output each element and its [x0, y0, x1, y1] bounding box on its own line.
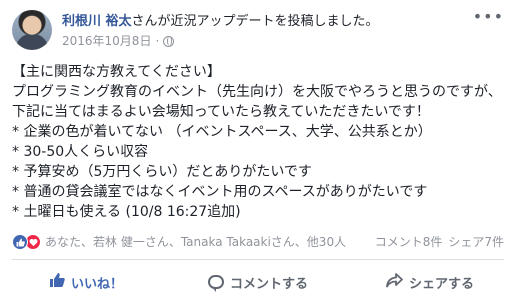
post-text-line: 下記に当てはまるよい会場知っていたら教えていただきたいです！: [12, 104, 430, 120]
post-text-line: * 30-50人くらい収容: [12, 144, 149, 160]
reactions-summary[interactable]: あなた、若林 健一さん、Tanaka Takaakiさん、他30人: [12, 234, 346, 250]
comment-count-link[interactable]: コメント8件: [375, 235, 443, 249]
feed-post: 利根川 裕太さんが近況アップデートを投稿しました。 2016年10月8日 · •…: [0, 0, 516, 308]
post-text-line: 【主に関西な方教えてください】: [12, 64, 221, 80]
post-text-line: * 普通の貸会議室ではなくイベント用のスペースがありがたいです: [12, 184, 428, 200]
like-reaction-icon: [12, 234, 28, 250]
share-button[interactable]: シェアする: [344, 262, 516, 302]
post-text-line: * 企業の色が着いてない （イベントスペース、大学、公共系とか）: [12, 124, 432, 140]
divider: [12, 259, 504, 260]
comment-button[interactable]: コメントする: [172, 262, 344, 302]
share-count-link[interactable]: シェア7件: [448, 235, 504, 249]
reactors-text[interactable]: あなた、若林 健一さん、Tanaka Takaakiさん、他30人: [45, 234, 346, 250]
post-meta: 2016年10月8日 ·: [62, 33, 175, 49]
post-actions: いいね！ コメントする シェアする: [0, 262, 516, 302]
post-timestamp[interactable]: 2016年10月8日: [62, 33, 151, 49]
post-text-line: * 予算安め（5万円くらい）だとありがたいです: [12, 164, 312, 180]
post-headline: 利根川 裕太さんが近況アップデートを投稿しました。: [62, 13, 379, 31]
post-header: 利根川 裕太さんが近況アップデートを投稿しました。 2016年10月8日 · •…: [12, 9, 504, 54]
like-button[interactable]: いいね！: [0, 262, 172, 302]
author-name-link[interactable]: 利根川 裕太: [62, 14, 132, 29]
like-button-label: いいね！: [70, 276, 123, 292]
avatar[interactable]: [12, 10, 52, 50]
more-options-icon[interactable]: •••: [473, 9, 504, 25]
post-text-line: * 土曜日も使える (10/8 16:27追加): [12, 204, 241, 220]
share-arrow-icon: [386, 272, 403, 292]
post-body: 【主に関西な方教えてください】 プログラミング教育のイベント（先生向け）を大阪で…: [12, 62, 506, 222]
post-action-text: さんが近況アップデートを投稿しました。: [131, 14, 379, 29]
comment-button-label: コメントする: [229, 276, 308, 292]
globe-icon[interactable]: [163, 35, 175, 47]
meta-separator: ·: [155, 34, 160, 48]
share-button-label: シェアする: [408, 276, 474, 292]
thumbs-up-icon: [49, 272, 65, 292]
post-stats: あなた、若林 健一さん、Tanaka Takaakiさん、他30人 コメント8件…: [12, 234, 504, 252]
engagement-counts: コメント8件 シェア7件: [375, 234, 504, 250]
post-text-line: プログラミング教育のイベント（先生向け）を大阪でやろうと思うのですが、: [12, 84, 502, 100]
comment-icon: [207, 275, 224, 292]
